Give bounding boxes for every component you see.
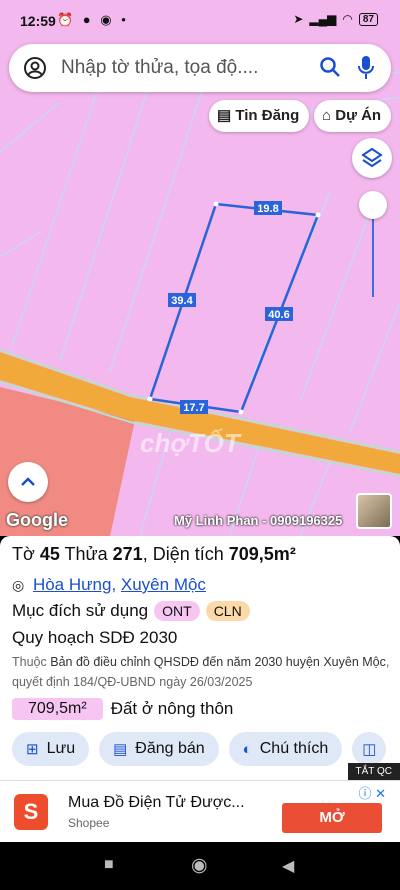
sheet-label: Tờ bbox=[12, 544, 35, 564]
save-button[interactable]: ⊞ Lưu bbox=[12, 732, 90, 766]
ad-open-button[interactable]: MỞ bbox=[282, 803, 382, 833]
note-prefix: Thuộc bbox=[12, 655, 47, 669]
parcel-vertex bbox=[238, 409, 244, 415]
area-value: 709,5m² bbox=[228, 544, 296, 564]
home-icon[interactable]: ◉ bbox=[191, 854, 208, 877]
microphone-icon[interactable] bbox=[357, 55, 375, 81]
legend-label: Chú thích bbox=[259, 740, 329, 757]
back-icon[interactable]: ◀ bbox=[282, 856, 294, 876]
layers-icon bbox=[361, 147, 383, 168]
plot-label: Thửa bbox=[64, 544, 108, 564]
collapse-button[interactable] bbox=[8, 462, 48, 502]
land-use-purpose: Mục đích sử dụng ONT CLN bbox=[12, 601, 250, 621]
legend-button[interactable]: ◐ Chú thích bbox=[228, 732, 343, 766]
shopee-logo: S bbox=[14, 794, 48, 830]
location-pin-icon: ◎ bbox=[12, 577, 25, 593]
commune-link[interactable]: Hòa Hưng bbox=[33, 575, 111, 594]
ad-brand: Shopee bbox=[68, 816, 110, 830]
post-sale-label: Đăng bán bbox=[135, 740, 205, 757]
plan-heading: Quy hoạch SDĐ 2030 bbox=[12, 628, 178, 647]
area-label: Diện tích bbox=[152, 544, 224, 564]
notification-icons: ⏰ ● ◉ • bbox=[57, 12, 129, 27]
navigation-bar: ■ ◉ ◀ bbox=[0, 842, 400, 890]
listings-label: Tin Đăng bbox=[235, 107, 300, 124]
status-bar: 12:59 ⏰ ● ◉ • ➤ ▂▄▆ ◠ 87 bbox=[0, 0, 400, 42]
ad-banner[interactable]: TẮT QC ⓘ ✕ S Mua Đồ Điện Tử Được... Shop… bbox=[0, 763, 400, 842]
purpose-tag-cln[interactable]: CLN bbox=[205, 601, 250, 621]
sheet-number: 45 bbox=[39, 544, 60, 564]
land-area-chip: 709,5m² bbox=[12, 698, 103, 720]
edge-label-top: 19.8 bbox=[257, 203, 278, 215]
purpose-tag-ont[interactable]: ONT bbox=[154, 601, 200, 621]
edge-label-right: 40.6 bbox=[268, 309, 289, 321]
recents-icon[interactable]: ■ bbox=[104, 856, 114, 874]
parcel-vertex bbox=[147, 396, 153, 402]
listings-button[interactable]: ▤ Tin Đăng bbox=[209, 100, 310, 132]
parcel-title: Tờ 45 Thửa 271, Diện tích 709,5m² bbox=[12, 544, 296, 564]
signal-icon: ▂▄▆ bbox=[309, 12, 337, 26]
owner-photo[interactable] bbox=[356, 493, 392, 529]
account-icon[interactable] bbox=[23, 56, 47, 80]
more-action-button[interactable]: ◫ bbox=[352, 732, 387, 766]
land-type-label: Đất ở nông thôn bbox=[110, 699, 234, 718]
district-link[interactable]: Xuyên Mộc bbox=[121, 575, 206, 594]
chotot-watermark: chợTỐT bbox=[140, 428, 240, 458]
close-ad-button[interactable]: TẮT QC bbox=[347, 763, 400, 780]
wifi-icon: ◠ bbox=[342, 12, 353, 26]
search-bar[interactable]: Nhập tờ thửa, tọa độ.... bbox=[9, 44, 391, 92]
plan-note: Thuộc Bản đồ điều chỉnh QHSDĐ đến năm 20… bbox=[12, 652, 392, 692]
plot-number: 271 bbox=[112, 544, 143, 564]
action-bar: ⊞ Lưu ▤ Đăng bán ◐ Chú thích ◫ bbox=[12, 732, 387, 766]
land-type-row: 709,5m² Đất ở nông thôn bbox=[12, 698, 233, 720]
projects-button[interactable]: ⌂ Dự Án bbox=[314, 100, 392, 132]
status-time: 12:59 bbox=[20, 13, 56, 29]
parcel-vertex bbox=[315, 212, 321, 218]
location-line: ◎ Hòa Hưng, Xuyên Mộc bbox=[12, 575, 206, 594]
parcel-vertex bbox=[213, 201, 219, 207]
search-icon[interactable] bbox=[319, 56, 341, 78]
location-icon: ➤ bbox=[293, 12, 304, 26]
purpose-label: Mục đích sử dụng bbox=[12, 601, 149, 620]
legend-icon: ◐ bbox=[242, 740, 252, 758]
post-sale-button[interactable]: ▤ Đăng bán bbox=[99, 732, 219, 766]
system-icons: ➤ ▂▄▆ ◠ 87 bbox=[293, 12, 378, 26]
edge-label-left: 39.4 bbox=[171, 295, 193, 307]
ad-info-icon[interactable]: ⓘ ✕ bbox=[358, 783, 386, 802]
listings-icon: ▤ bbox=[217, 107, 232, 124]
projects-label: Dự Án bbox=[335, 107, 382, 124]
save-icon: ⊞ bbox=[26, 741, 39, 758]
post-icon: ▤ bbox=[113, 741, 128, 758]
projects-icon: ⌂ bbox=[322, 107, 332, 124]
edge-label-bottom: 17.7 bbox=[183, 402, 204, 414]
owner-contact[interactable]: Mỹ Linh Phan - 0909196325 bbox=[174, 513, 342, 528]
battery-icon: 87 bbox=[358, 12, 378, 26]
google-logo: Google bbox=[6, 510, 68, 530]
ad-headline[interactable]: Mua Đồ Điện Tử Được... bbox=[68, 794, 245, 812]
search-input[interactable]: Nhập tờ thửa, tọa độ.... bbox=[61, 57, 258, 79]
layers-button[interactable] bbox=[352, 138, 392, 178]
save-label: Lưu bbox=[46, 740, 76, 757]
note-document: Bản đồ điều chỉnh QHSDĐ đến năm 2030 huy… bbox=[50, 655, 386, 669]
zoom-slider-handle[interactable] bbox=[359, 191, 387, 219]
chevron-up-icon bbox=[21, 477, 35, 486]
parcel-info-sheet: Tờ 45 Thửa 271, Diện tích 709,5m² ◎ Hòa … bbox=[0, 536, 400, 780]
more-action-icon: ◫ bbox=[362, 741, 377, 758]
